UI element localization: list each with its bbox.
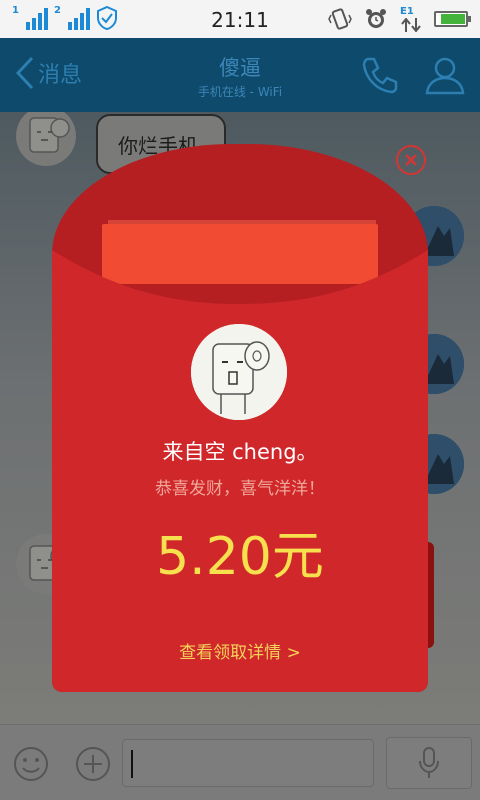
data-arrows-icon: E1 — [400, 6, 422, 32]
alarm-icon — [366, 9, 386, 28]
microphone-icon — [419, 747, 439, 778]
input-bar — [0, 724, 480, 800]
vibrate-icon — [328, 8, 352, 30]
voice-button[interactable] — [386, 737, 472, 789]
user-profile-icon[interactable] — [424, 55, 466, 95]
sender-avatar — [191, 324, 287, 420]
red-packet-dialog: 来自空 cheng。 恭喜发财，喜气洋洋！ 5.20元 查看领取详情 > — [52, 144, 428, 692]
plus-icon[interactable] — [74, 745, 112, 783]
close-button[interactable] — [396, 145, 426, 175]
contact-status: 手机在线 - WiFi — [197, 85, 283, 99]
emoji-icon[interactable] — [12, 745, 50, 783]
battery-icon — [434, 11, 471, 27]
amount: 5.20元 — [156, 527, 324, 587]
message-input[interactable] — [122, 739, 374, 787]
view-details-link[interactable]: 查看领取详情 > — [52, 638, 428, 663]
title-bar: 消息 傻逼 手机在线 - WiFi — [0, 38, 480, 112]
status-bar: 1 2 21:11 E1 — [0, 0, 480, 38]
close-icon — [405, 154, 417, 166]
sender-name: 来自空 cheng。 — [162, 440, 318, 464]
greeting-message: 恭喜发财，喜气洋洋！ — [155, 479, 325, 499]
contact-name: 傻逼 — [219, 56, 261, 80]
phone-icon[interactable] — [360, 55, 400, 95]
network-label: E1 — [400, 6, 414, 17]
